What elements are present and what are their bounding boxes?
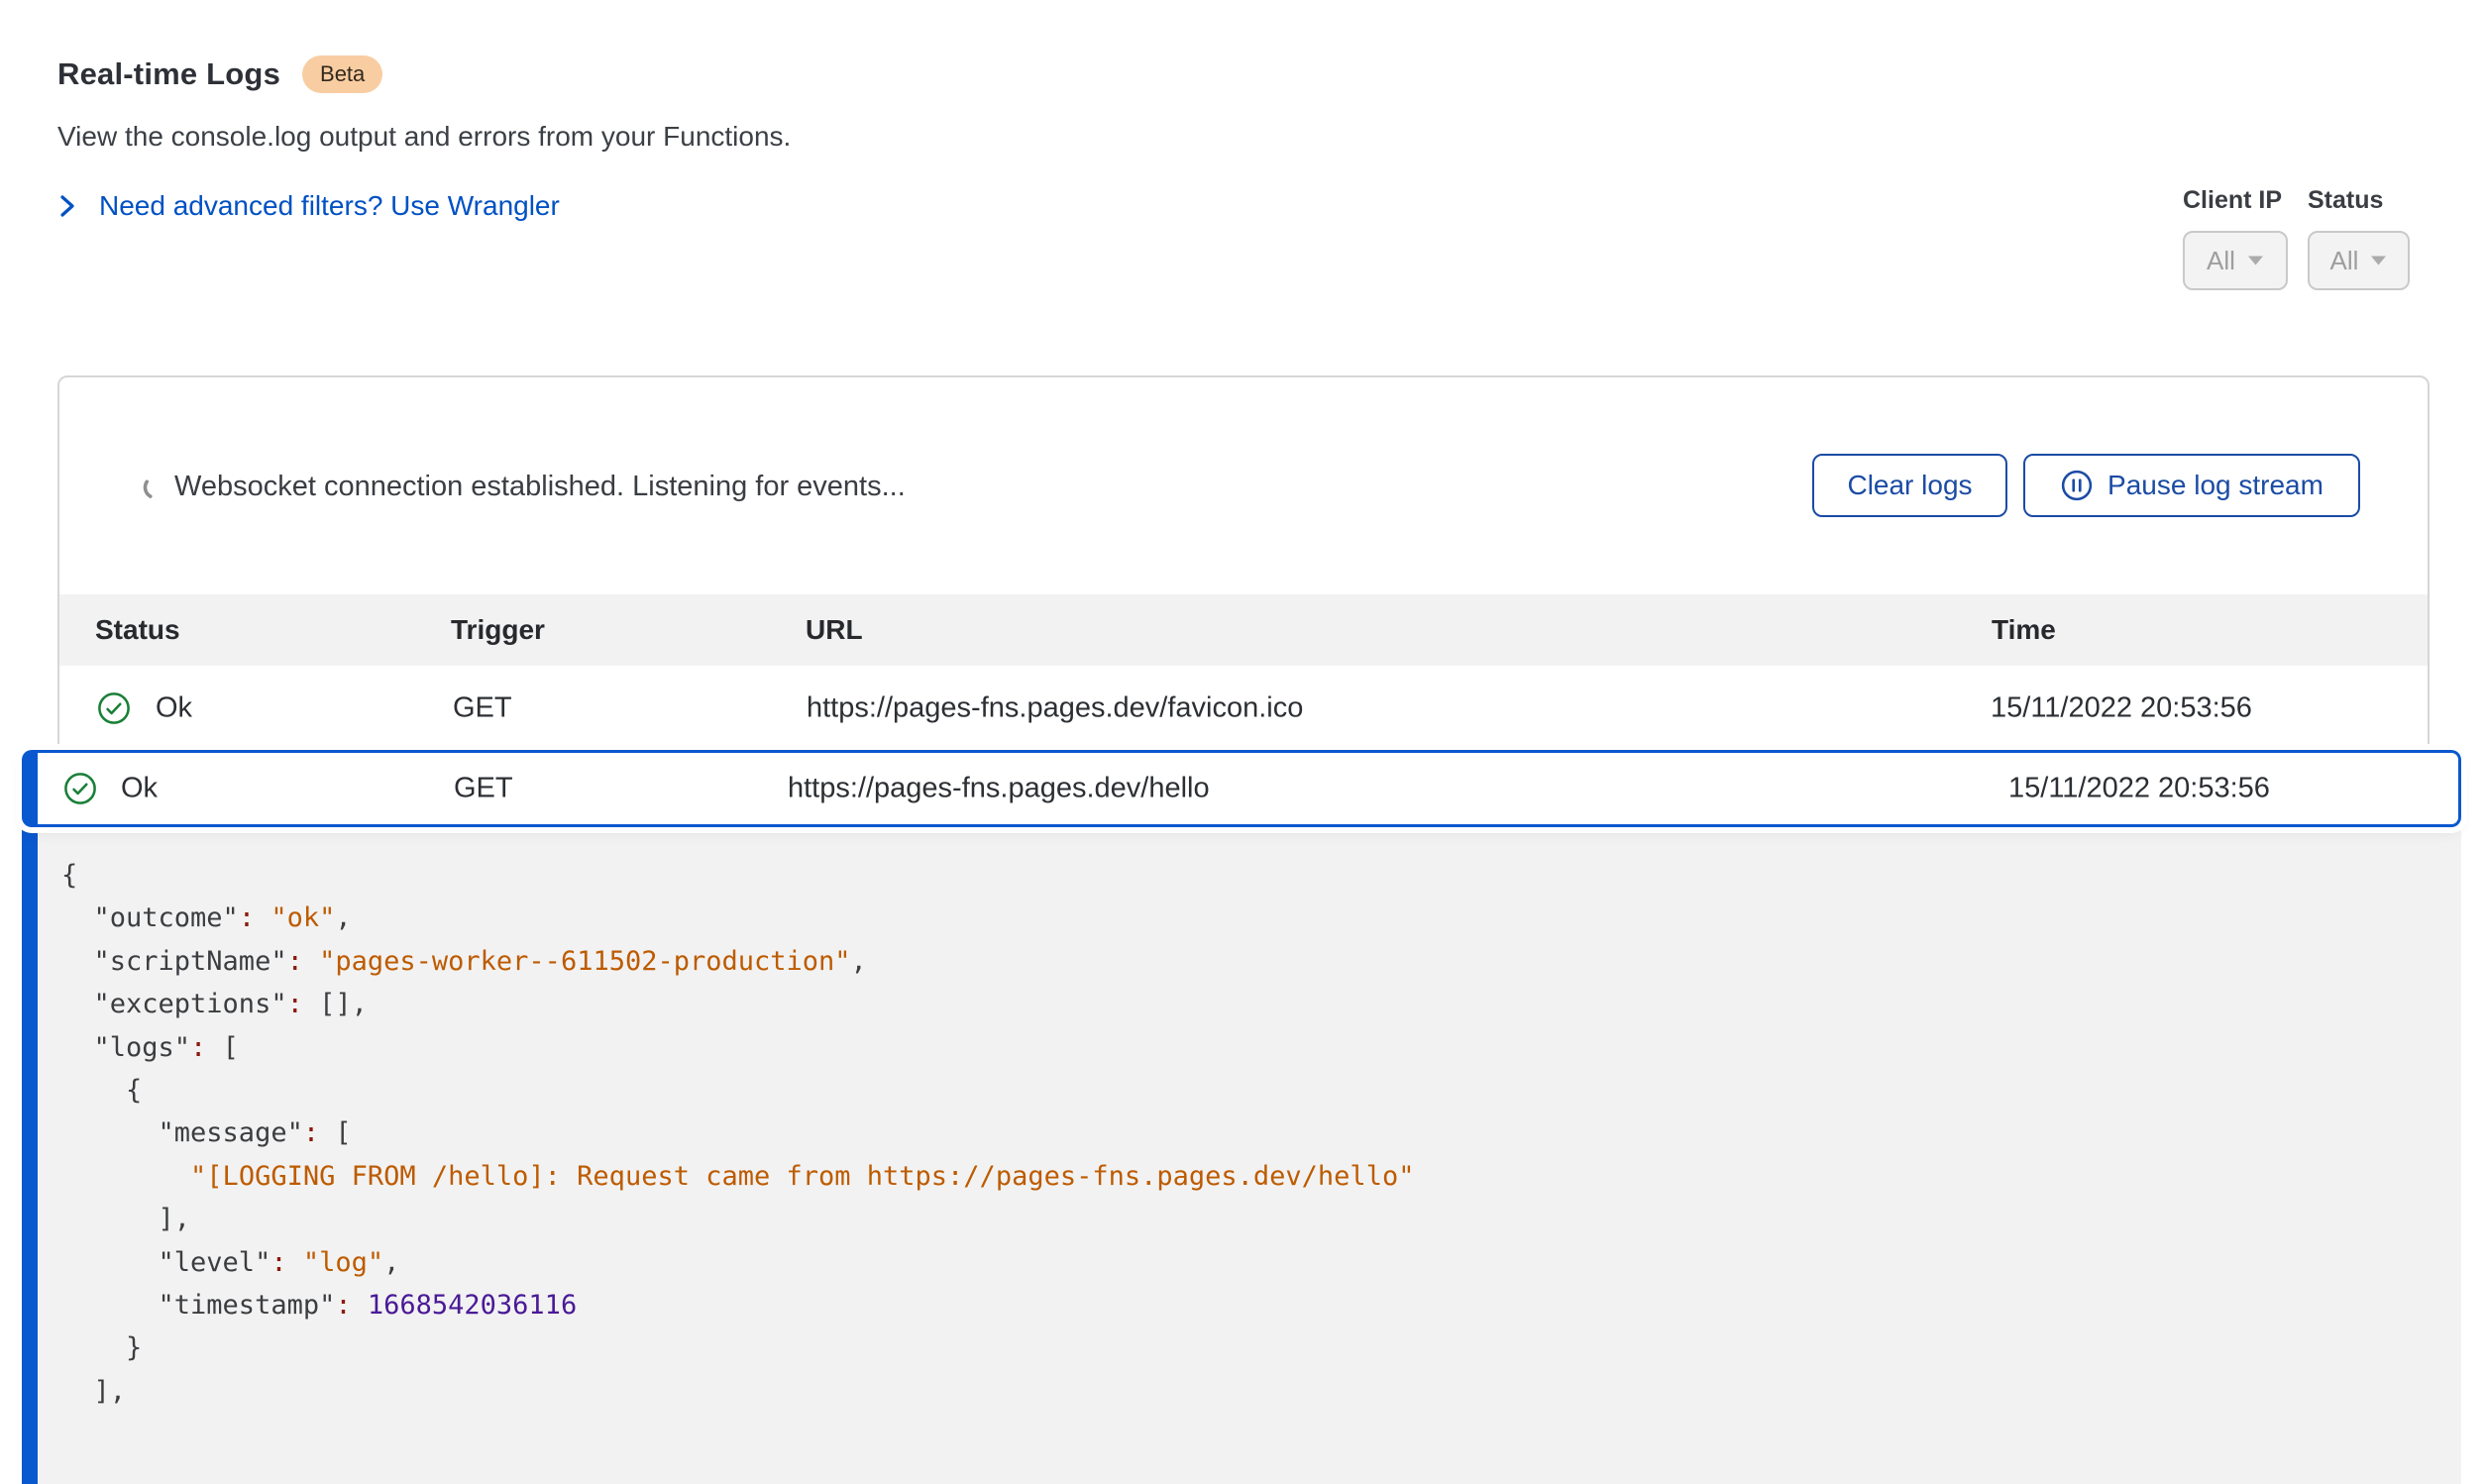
status-filter-value: All — [2330, 246, 2359, 276]
pause-circle-icon — [2060, 469, 2094, 502]
column-header-status: Status — [95, 614, 180, 646]
page-title: Real-time Logs — [57, 56, 280, 92]
pause-log-stream-button-label: Pause log stream — [2107, 470, 2323, 501]
wrangler-link-label: Need advanced filters? Use Wrangler — [99, 190, 560, 222]
column-header-time: Time — [1992, 614, 2056, 646]
row-status: Ok — [156, 691, 192, 724]
table-row-selected[interactable]: Ok GET https://pages-fns.pages.dev/hello… — [22, 750, 2461, 827]
column-header-trigger: Trigger — [451, 614, 545, 646]
client-ip-filter-dropdown[interactable]: All — [2183, 231, 2288, 290]
wrangler-link[interactable]: Need advanced filters? Use Wrangler — [57, 190, 791, 222]
table-row[interactable]: Ok GET https://pages-fns.pages.dev/favic… — [59, 666, 2428, 751]
column-header-url: URL — [806, 614, 863, 646]
row-url: https://pages-fns.pages.dev/hello — [788, 773, 1210, 805]
caret-down-icon — [2247, 255, 2264, 266]
logs-toolbar: Websocket connection established. Listen… — [59, 377, 2428, 594]
check-circle-icon — [97, 691, 131, 725]
check-circle-icon — [63, 772, 97, 805]
client-ip-filter-label: Client IP — [2183, 186, 2288, 215]
beta-badge: Beta — [302, 55, 382, 93]
row-status: Ok — [121, 773, 158, 805]
websocket-status-message: Websocket connection established. Listen… — [174, 471, 906, 503]
pause-log-stream-button[interactable]: Pause log stream — [2023, 454, 2360, 517]
caret-down-icon — [2370, 255, 2387, 266]
log-filters: Client IP All Status All — [2183, 186, 2410, 290]
status-filter-dropdown[interactable]: All — [2308, 231, 2410, 290]
chevron-right-icon — [57, 191, 77, 221]
row-url: https://pages-fns.pages.dev/favicon.ico — [807, 691, 1303, 724]
spinner-icon — [141, 473, 170, 507]
row-time: 15/11/2022 20:53:56 — [2008, 773, 2270, 805]
clear-logs-button[interactable]: Clear logs — [1812, 454, 2007, 517]
row-trigger: GET — [454, 773, 513, 805]
client-ip-filter-value: All — [2207, 246, 2235, 276]
json-log-viewer: { "outcome": "ok", "scriptName": "pages-… — [22, 830, 2461, 1484]
page-subtitle: View the console.log output and errors f… — [57, 121, 791, 153]
clear-logs-button-label: Clear logs — [1847, 470, 1972, 501]
status-filter-label: Status — [2308, 186, 2410, 215]
row-trigger: GET — [453, 691, 512, 724]
row-time: 15/11/2022 20:53:56 — [1991, 691, 2252, 724]
log-table-header: Status Trigger URL Time — [59, 594, 2428, 666]
expanded-log-entry: Ok GET https://pages-fns.pages.dev/hello… — [22, 750, 2461, 1484]
page-header: Real-time Logs Beta View the console.log… — [57, 55, 791, 222]
